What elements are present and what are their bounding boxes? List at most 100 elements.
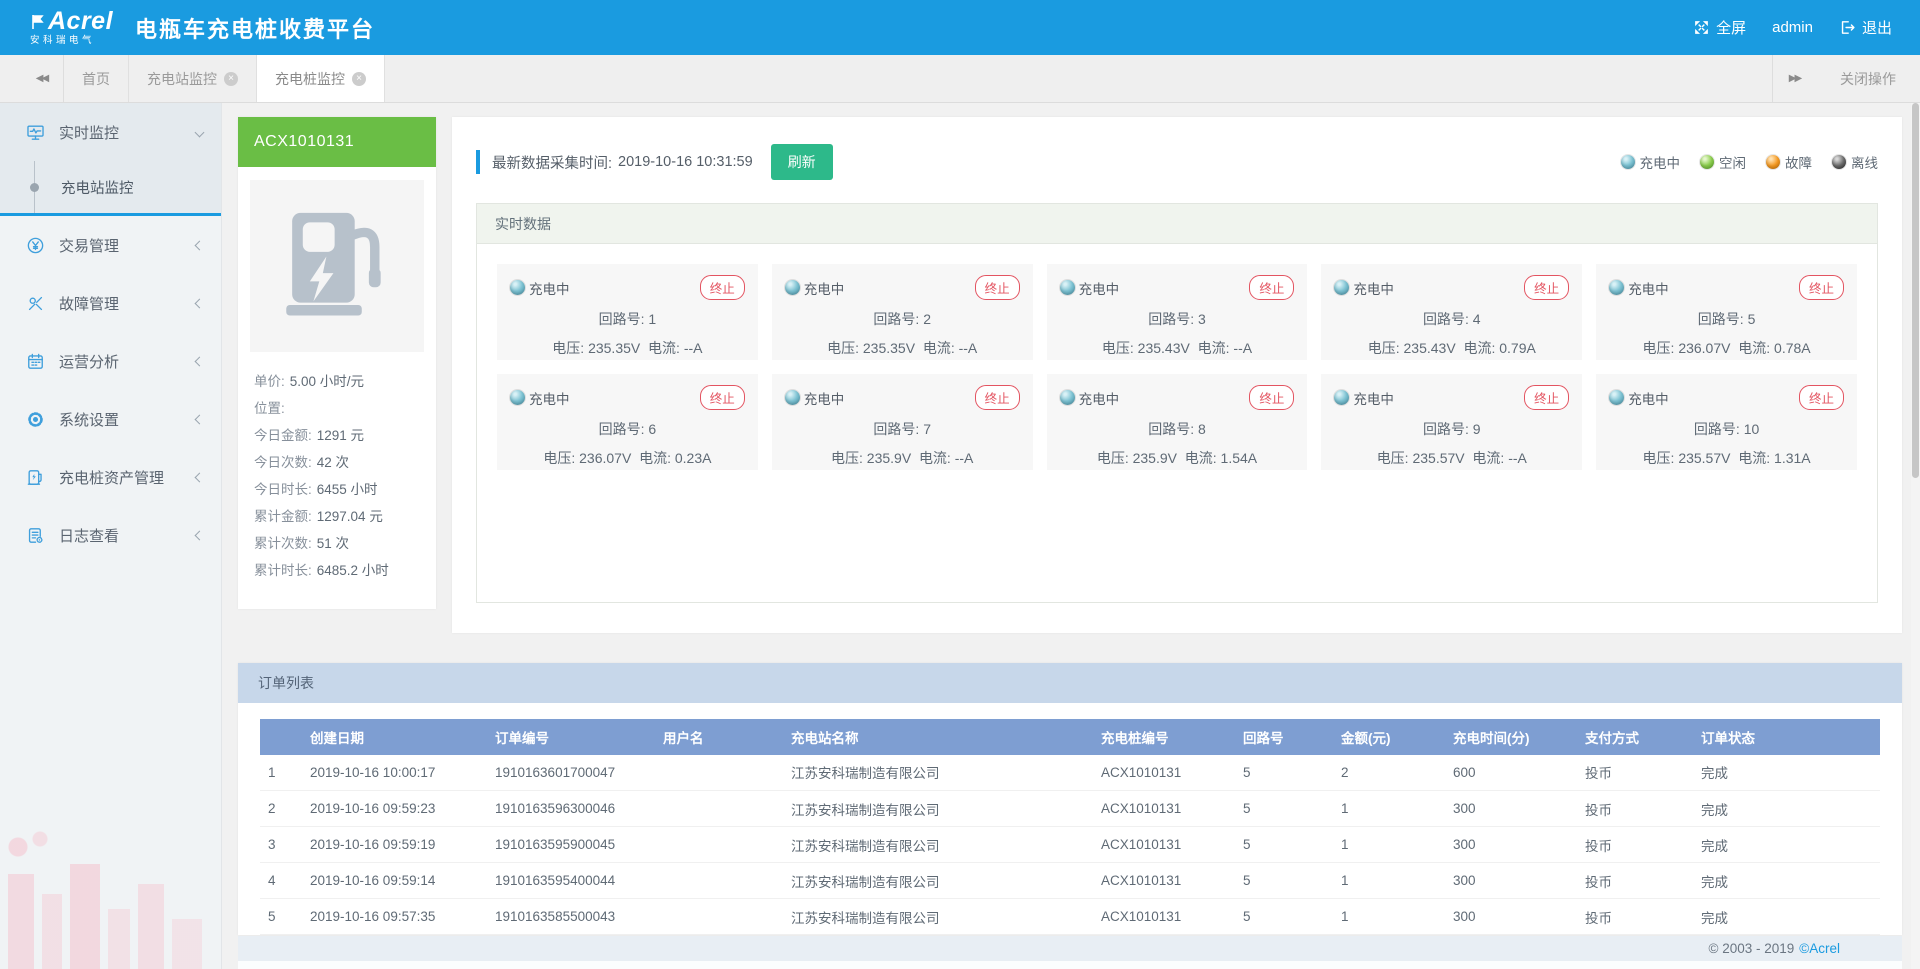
circuit-card: 充电中终止 回路号: 5 电压: 236.07V 电流: 0.78A	[1596, 264, 1857, 360]
brand-subtitle: 安科瑞电气	[30, 36, 113, 46]
card-status: 充电中	[1334, 278, 1394, 298]
legend-charging: 充电中	[1621, 152, 1681, 172]
username[interactable]: admin	[1772, 19, 1813, 36]
tab-station-monitor[interactable]: 充电站监控 ×	[129, 55, 257, 102]
sidebar-item-label: 交易管理	[59, 235, 119, 256]
chevron-left-icon	[195, 356, 205, 366]
realtime-panel-title: 实时数据	[477, 204, 1877, 244]
tabs-scroll-left-button[interactable]: ◀◀	[20, 55, 64, 102]
tab-home[interactable]: 首页	[64, 55, 129, 102]
terminate-button[interactable]: 终止	[700, 385, 745, 410]
terminate-button[interactable]: 终止	[975, 275, 1020, 300]
terminate-button[interactable]: 终止	[700, 275, 745, 300]
stat-total-count: 累计次数:51 次	[254, 530, 424, 557]
topbar-actions: 全屏 admin 退出	[1667, 17, 1892, 38]
offline-status-icon	[1832, 155, 1846, 169]
realtime-main-panel: 最新数据采集时间: 2019-10-16 10:31:59 刷新 充电中 空闲 …	[452, 117, 1902, 633]
col-username: 用户名	[655, 719, 783, 755]
voltage-current: 电压: 235.43V 电流: --A	[1060, 338, 1295, 358]
menu-group-realtime: 实时监控 充电站监控	[0, 103, 221, 216]
voltage-current: 电压: 235.9V 电流: 1.54A	[1060, 448, 1295, 468]
circuit-card: 充电中终止 回路号: 1 电压: 235.35V 电流: --A	[497, 264, 758, 360]
fault-status-icon	[1766, 155, 1780, 169]
card-status: 充电中	[785, 278, 845, 298]
orders-table: 创建日期 订单编号 用户名 充电站名称 充电桩编号 回路号 金额(元) 充电时间…	[260, 719, 1880, 936]
circuit-number: 回路号: 3	[1060, 309, 1295, 329]
terminate-button[interactable]: 终止	[1524, 275, 1569, 300]
col-order-no: 订单编号	[487, 719, 655, 755]
close-operations-menu[interactable]: 关闭操作	[1816, 55, 1920, 102]
latest-collect-time: 最新数据采集时间: 2019-10-16 10:31:59	[476, 150, 753, 174]
charging-status-icon	[1060, 280, 1075, 295]
calendar-icon	[26, 352, 45, 371]
terminate-button[interactable]: 终止	[975, 385, 1020, 410]
terminate-button[interactable]: 终止	[1799, 275, 1844, 300]
stat-today-count: 今日次数:42 次	[254, 449, 424, 476]
brand-name: Acrel	[48, 9, 113, 34]
device-stats-list: 单价:5.00 小时/元 位置: 今日金额:1291 元 今日次数:42 次 今…	[250, 368, 424, 584]
circuit-cards-grid: 充电中终止 回路号: 1 电压: 235.35V 电流: --A 充电中终止 回…	[477, 244, 1877, 470]
terminate-button[interactable]: 终止	[1249, 385, 1294, 410]
charging-status-icon	[1609, 280, 1624, 295]
logout-button[interactable]: 退出	[1839, 17, 1892, 38]
col-station-name: 充电站名称	[783, 719, 1093, 755]
sidebar-item-label: 实时监控	[59, 122, 119, 143]
fullscreen-icon	[1693, 19, 1710, 36]
stat-unit-price: 单价:5.00 小时/元	[254, 368, 424, 395]
circuit-card: 充电中终止 回路号: 4 电压: 235.43V 电流: 0.79A	[1321, 264, 1582, 360]
refresh-button[interactable]: 刷新	[771, 144, 833, 180]
sidebar-item-faults[interactable]: 故障管理	[0, 274, 221, 332]
footer-brand-link[interactable]: ©Acrel	[1799, 941, 1840, 956]
chevron-left-icon	[195, 472, 205, 482]
table-row[interactable]: 52019-10-16 09:57:351910163585500043江苏安科…	[260, 899, 1880, 935]
circuit-number: 回路号: 7	[785, 419, 1020, 439]
device-illustration	[250, 180, 424, 352]
close-operations-label: 关闭操作	[1840, 69, 1896, 89]
scrollbar-thumb[interactable]	[1912, 103, 1919, 478]
circuit-number: 回路号: 5	[1609, 309, 1844, 329]
fullscreen-button[interactable]: 全屏	[1693, 17, 1746, 38]
vertical-scrollbar[interactable]	[1911, 103, 1920, 969]
footer-strip	[238, 961, 1902, 969]
terminate-button[interactable]: 终止	[1249, 275, 1294, 300]
circuit-number: 回路号: 8	[1060, 419, 1295, 439]
circuit-card: 充电中终止 回路号: 7 电压: 235.9V 电流: --A	[772, 374, 1033, 470]
page-footer: © 2003 - 2019 ©Acrel	[238, 936, 1902, 961]
terminate-button[interactable]: 终止	[1524, 385, 1569, 410]
voltage-current: 电压: 235.43V 电流: 0.79A	[1334, 338, 1569, 358]
circuit-card: 充电中终止 回路号: 6 电压: 236.07V 电流: 0.23A	[497, 374, 758, 470]
table-row[interactable]: 42019-10-16 09:59:141910163595400044江苏安科…	[260, 863, 1880, 899]
terminate-button[interactable]: 终止	[1799, 385, 1844, 410]
sidebar-item-realtime-monitor[interactable]: 实时监控	[0, 103, 221, 161]
sidebar-item-pile-assets[interactable]: 充电桩资产管理	[0, 448, 221, 506]
timeline-marker	[30, 161, 39, 213]
close-tab-icon[interactable]: ×	[224, 72, 238, 86]
tab-pile-monitor[interactable]: 充电桩监控 ×	[257, 55, 385, 102]
sidebar-item-transactions[interactable]: 交易管理	[0, 216, 221, 274]
table-row[interactable]: 12019-10-16 10:00:171910163601700047江苏安科…	[260, 755, 1880, 791]
chevron-left-icon	[195, 298, 205, 308]
tabs-scroll-right-button[interactable]: ▶▶	[1772, 55, 1816, 102]
chevron-down-icon	[195, 127, 205, 137]
charging-status-icon	[1334, 390, 1349, 405]
legend-idle: 空闲	[1700, 152, 1746, 172]
monitor-icon	[26, 123, 45, 142]
card-status: 充电中	[510, 388, 570, 408]
sidebar-item-logs[interactable]: 日志查看	[0, 506, 221, 564]
card-status: 充电中	[1609, 388, 1669, 408]
decorative-skyline-graphic	[0, 819, 221, 969]
main-content: ACX1010131	[222, 103, 1920, 969]
legend-fault: 故障	[1766, 152, 1812, 172]
voltage-current: 电压: 235.35V 电流: --A	[785, 338, 1020, 358]
logout-label: 退出	[1862, 17, 1892, 38]
col-pay-method: 支付方式	[1577, 719, 1693, 755]
sidebar-item-system-settings[interactable]: 系统设置	[0, 390, 221, 448]
table-row[interactable]: 32019-10-16 09:59:191910163595900045江苏安科…	[260, 827, 1880, 863]
sidebar-item-operations-analysis[interactable]: 运营分析	[0, 332, 221, 390]
sidebar-item-label: 运营分析	[59, 351, 119, 372]
circuit-number: 回路号: 10	[1609, 419, 1844, 439]
table-row[interactable]: 22019-10-16 09:59:231910163596300046江苏安科…	[260, 791, 1880, 827]
charging-status-icon	[1609, 390, 1624, 405]
sidebar-item-station-monitor[interactable]: 充电站监控	[0, 161, 221, 213]
close-tab-icon[interactable]: ×	[352, 72, 366, 86]
